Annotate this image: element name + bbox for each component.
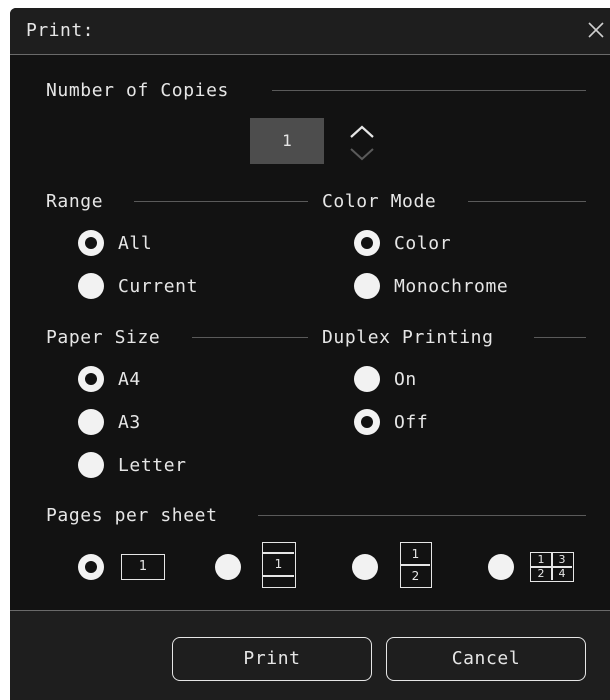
color-mode-option-color[interactable]: Color xyxy=(354,230,451,256)
four-pages-icon: 1 3 2 4 xyxy=(530,552,574,582)
one-page-with-margins-icon: 1 xyxy=(262,542,296,588)
increment-chevron-up-icon[interactable] xyxy=(348,122,376,142)
paper-size-option-letter[interactable]: Letter xyxy=(78,452,187,478)
radio-button[interactable] xyxy=(78,452,104,478)
pages-per-sheet-option-3[interactable] xyxy=(352,554,378,580)
radio-button-checked[interactable] xyxy=(78,366,104,392)
radio-button[interactable] xyxy=(354,366,380,392)
radio-button-checked[interactable] xyxy=(78,554,104,580)
radio-button[interactable] xyxy=(78,409,104,435)
pages-per-sheet-option-4[interactable] xyxy=(488,554,514,580)
radio-label: Off xyxy=(394,411,429,433)
paper-size-label: Paper Size xyxy=(46,327,173,348)
margin-line xyxy=(263,575,294,577)
page-number: 3 xyxy=(558,553,566,566)
duplex-option-on[interactable]: On xyxy=(354,366,417,392)
radio-label: Monochrome xyxy=(394,275,509,297)
copies-label: Number of Copies xyxy=(46,80,241,101)
duplex-label: Duplex Printing xyxy=(322,327,506,348)
page-number: 1 xyxy=(274,557,283,571)
page-number: 1 xyxy=(411,547,420,561)
duplex-option-off[interactable]: Off xyxy=(354,409,428,435)
page-number: 1 xyxy=(537,553,545,566)
pages-per-sheet-option-1[interactable] xyxy=(78,554,104,580)
radio-label: On xyxy=(394,368,417,390)
radio-button-checked[interactable] xyxy=(354,230,380,256)
radio-button-checked[interactable] xyxy=(78,230,104,256)
cancel-button[interactable]: Cancel xyxy=(386,637,586,681)
dialog-footer: Print Cancel xyxy=(10,611,610,700)
radio-label: A3 xyxy=(118,411,141,433)
color-mode-option-monochrome[interactable]: Monochrome xyxy=(354,273,508,299)
page-number: 2 xyxy=(537,567,545,580)
range-divider xyxy=(134,201,308,202)
color-mode-divider xyxy=(468,201,586,202)
title-bar: Print: xyxy=(10,8,610,55)
radio-label: Color xyxy=(394,232,452,254)
radio-button[interactable] xyxy=(78,273,104,299)
print-button[interactable]: Print xyxy=(172,637,372,681)
radio-label: A4 xyxy=(118,368,141,390)
two-pages-icon: 1 2 xyxy=(400,542,432,588)
color-mode-label: Color Mode xyxy=(322,191,449,212)
radio-button[interactable] xyxy=(488,554,514,580)
range-label: Range xyxy=(46,191,116,212)
radio-label: All xyxy=(118,232,153,254)
radio-button[interactable] xyxy=(352,554,378,580)
copies-input[interactable]: 1 xyxy=(250,118,324,164)
duplex-divider xyxy=(534,337,586,338)
radio-label: Current xyxy=(118,275,199,297)
radio-label: Letter xyxy=(118,454,187,476)
decrement-chevron-down-icon[interactable] xyxy=(348,144,376,164)
pages-per-sheet-option-2[interactable] xyxy=(215,554,241,580)
pages-per-sheet-divider xyxy=(258,515,586,516)
page-number: 2 xyxy=(411,569,420,583)
close-icon[interactable] xyxy=(586,20,606,40)
range-option-current[interactable]: Current xyxy=(78,273,198,299)
page-number: 4 xyxy=(558,567,566,580)
one-page-icon: 1 xyxy=(121,554,165,580)
pages-per-sheet-label: Pages per sheet xyxy=(46,505,230,526)
dialog-title: Print: xyxy=(26,20,95,41)
print-dialog: Print: Number of Copies 1 Range All Curr… xyxy=(10,8,610,700)
radio-button[interactable] xyxy=(215,554,241,580)
paper-size-option-a4[interactable]: A4 xyxy=(78,366,141,392)
range-option-all[interactable]: All xyxy=(78,230,152,256)
page-number: 1 xyxy=(138,559,148,574)
copies-divider xyxy=(272,90,586,91)
paper-size-option-a3[interactable]: A3 xyxy=(78,409,141,435)
paper-size-divider xyxy=(192,337,308,338)
radio-button[interactable] xyxy=(354,273,380,299)
margin-line xyxy=(263,552,294,554)
radio-button-checked[interactable] xyxy=(354,409,380,435)
